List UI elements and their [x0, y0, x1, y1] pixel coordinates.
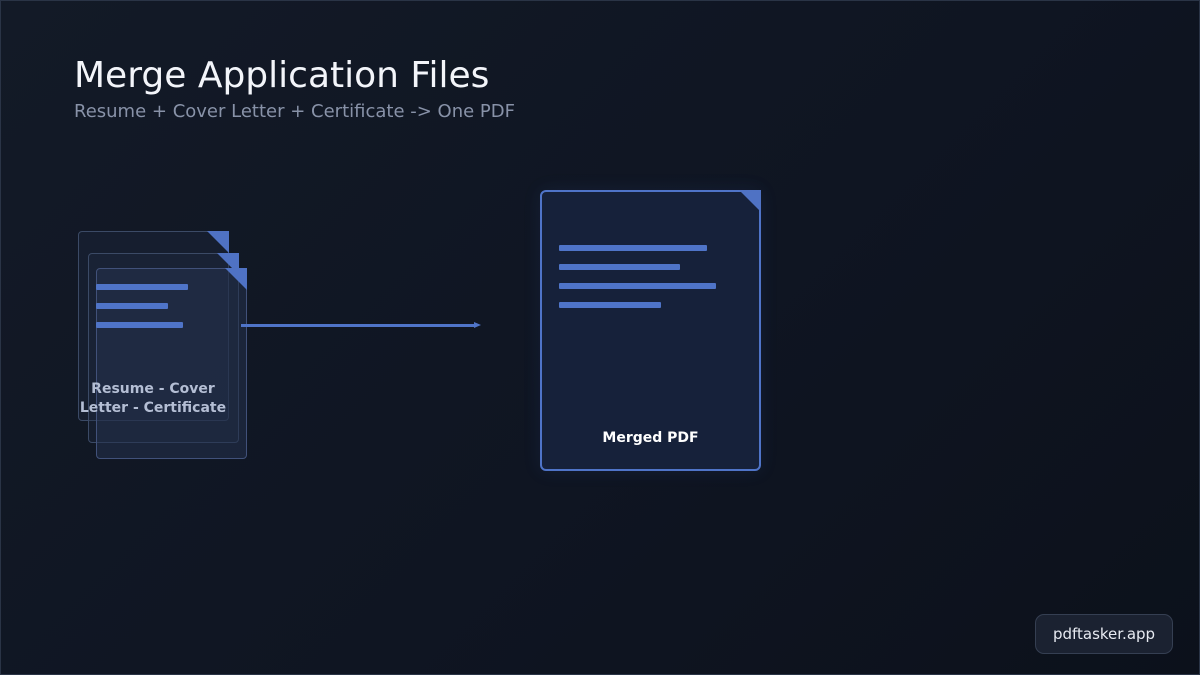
brand-badge[interactable]: pdftasker.app [1035, 614, 1173, 654]
source-stack-label: Resume - Cover Letter - Certificate [78, 380, 228, 418]
merged-text-line [559, 245, 707, 251]
merged-text-line [559, 283, 716, 289]
source-text-line [96, 303, 168, 309]
merged-text-line [559, 302, 661, 308]
merged-document-label: Merged PDF [602, 430, 699, 446]
source-document-page-3 [96, 268, 247, 459]
source-stack-label-line-2: Letter - Certificate [79, 400, 227, 416]
source-stack-label-line-1: Resume - Cover [91, 381, 215, 397]
page-fold-icon [207, 231, 229, 253]
arrow-head-icon [474, 322, 481, 328]
page-fold-icon [739, 190, 761, 212]
source-text-line [96, 322, 183, 328]
merged-text-line [559, 264, 680, 270]
arrow-right-icon [241, 324, 475, 327]
merged-document: Merged PDF [540, 190, 761, 471]
page-title: Merge Application Files [74, 55, 490, 96]
source-text-line [96, 284, 188, 290]
page-fold-icon [225, 268, 247, 290]
page-subtitle: Resume + Cover Letter + Certificate -> O… [74, 101, 515, 122]
